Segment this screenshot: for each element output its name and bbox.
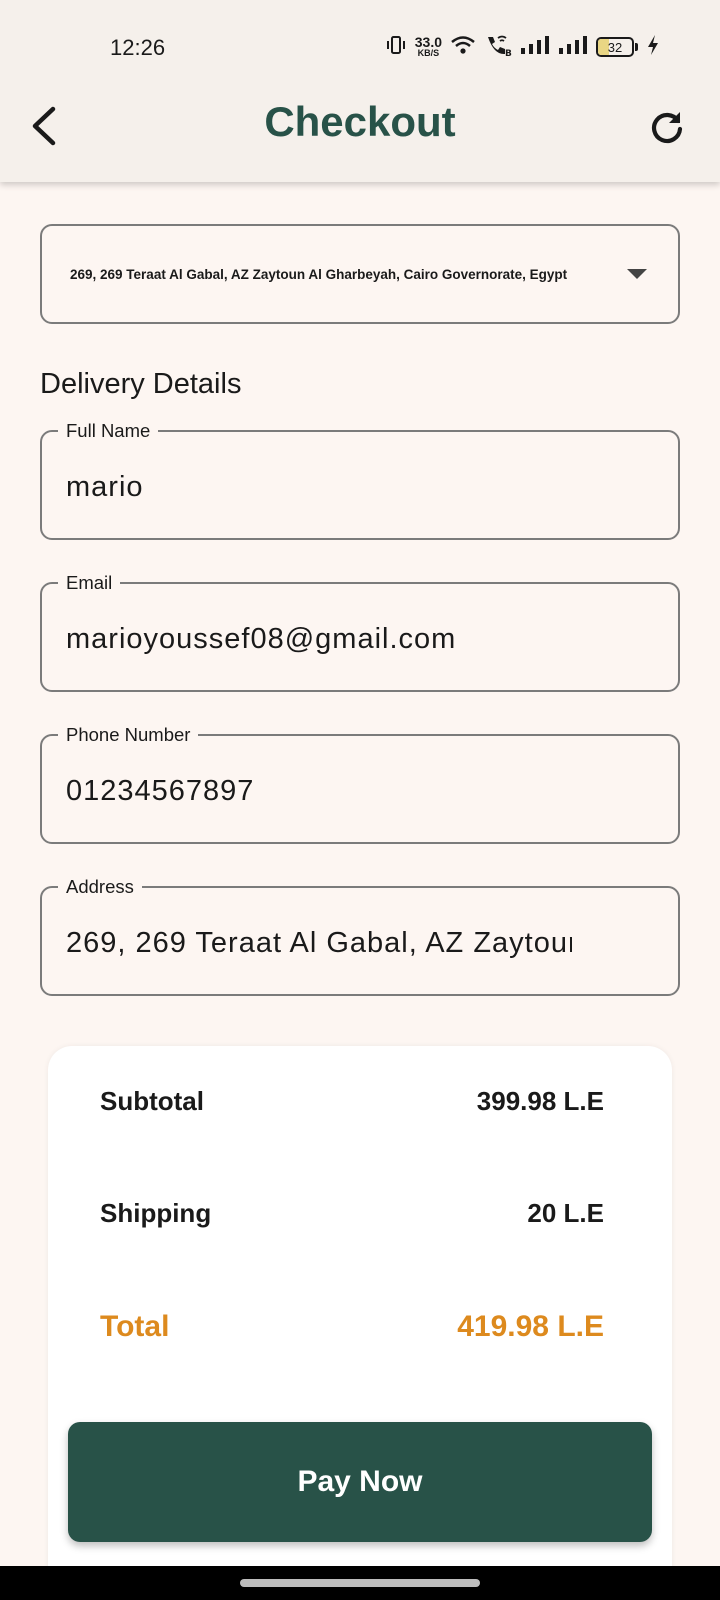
subtotal-row: Subtotal 399.98 L.E (100, 1086, 604, 1117)
status-time: 12:26 (110, 35, 166, 60)
net-speed-value: 33.0 (414, 34, 442, 50)
subtotal-value: 399.98 L.E (476, 1086, 604, 1116)
address-label: Address (58, 875, 142, 899)
home-gesture-handle[interactable] (240, 1579, 480, 1587)
net-speed-unit: KB/S (417, 48, 440, 58)
battery-level: 32 (607, 39, 623, 55)
address-dropdown-value: 269, 269 Teraat Al Gabal, AZ Zaytoun Al … (70, 266, 568, 282)
charging-icon (646, 34, 660, 61)
wifi-icon (450, 34, 476, 61)
order-summary-card: Subtotal 399.98 L.E Shipping 20 L.E Tota… (48, 1046, 672, 1600)
signal-icon (558, 35, 588, 60)
caret-down-icon (627, 269, 647, 279)
email-field: Email (40, 571, 680, 692)
battery-icon: 32 (596, 37, 638, 57)
total-value: 419.98 L.E (457, 1310, 604, 1343)
battery-tip (635, 43, 638, 51)
phone-field: Phone Number (40, 723, 680, 844)
email-label: Email (58, 571, 121, 595)
signal-icon (520, 35, 550, 60)
checkout-screen: 12:26 33.0 KB/S B 32 Checkout 269, 269 T… (0, 0, 720, 1600)
total-row: Total 419.98 L.E (100, 1310, 604, 1344)
svg-text:B: B (505, 49, 512, 57)
shipping-row: Shipping 20 L.E (100, 1198, 604, 1229)
full-name-input[interactable] (66, 466, 578, 508)
delivery-details-heading: Delivery Details (40, 368, 242, 400)
full-name-field: Full Name (40, 419, 680, 540)
total-label: Total (100, 1310, 170, 1343)
refresh-button[interactable] (644, 104, 690, 150)
page-title: Checkout (264, 98, 456, 145)
phone-input[interactable] (66, 770, 578, 812)
system-nav-bar (0, 1566, 720, 1600)
email-input[interactable] (66, 618, 578, 660)
status-icons: 33.0 KB/S B 32 (385, 32, 660, 62)
address-dropdown[interactable]: 269, 269 Teraat Al Gabal, AZ Zaytoun Al … (40, 224, 680, 324)
phone-label: Phone Number (58, 723, 199, 747)
address-input[interactable] (66, 922, 572, 964)
shipping-label: Shipping (100, 1198, 212, 1228)
app-header: 12:26 33.0 KB/S B 32 Checkout (0, 0, 720, 182)
vibrate-icon (385, 34, 407, 61)
shipping-value: 20 L.E (527, 1198, 604, 1228)
full-name-label: Full Name (58, 419, 159, 443)
subtotal-label: Subtotal (100, 1086, 204, 1116)
battery-body: 32 (596, 37, 634, 57)
refresh-icon (651, 112, 683, 144)
net-speed: 33.0 KB/S (414, 34, 442, 58)
pay-now-button[interactable]: Pay Now (68, 1422, 652, 1542)
wifi-call-icon: B (484, 33, 512, 62)
address-field: Address (40, 875, 680, 996)
